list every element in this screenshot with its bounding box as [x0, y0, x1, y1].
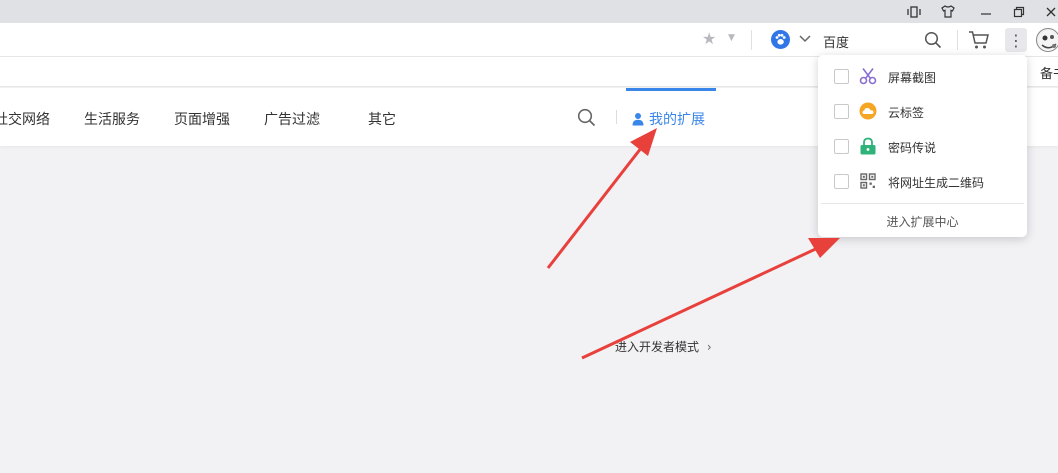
dropdown-item-label: 将网址生成二维码: [888, 176, 985, 190]
star-icon[interactable]: ★: [702, 31, 716, 47]
checkbox[interactable]: [834, 139, 849, 154]
search-icon[interactable]: [924, 31, 942, 49]
tab-life-services[interactable]: 生活服务: [84, 109, 140, 129]
checkbox[interactable]: [834, 174, 849, 189]
divider: [957, 30, 958, 50]
minimize-icon[interactable]: [971, 0, 1001, 23]
cloud-icon: [859, 102, 877, 120]
tab-ad-filter[interactable]: 广告过滤: [264, 109, 320, 129]
tab-other[interactable]: 其它: [368, 109, 396, 129]
user-icon: [632, 113, 644, 126]
chevron-right-icon: ›: [706, 340, 712, 354]
mini-mode-icon[interactable]: [899, 0, 929, 23]
bookmark-item[interactable]: 备书签: [1040, 63, 1058, 82]
search-icon[interactable]: [577, 108, 596, 127]
tab-my-extensions-label: 我的扩展: [649, 112, 705, 128]
tab-my-extensions[interactable]: 我的扩展: [631, 109, 705, 129]
qrcode-icon: [859, 172, 877, 190]
extensions-dropdown: 屏幕截图 云标签 密码传说 将网址生成二维码 进入扩展中心: [818, 55, 1027, 237]
close-icon[interactable]: [1036, 0, 1058, 23]
arrow-to-my-extensions: [546, 128, 657, 269]
active-tab-indicator: [626, 88, 716, 91]
dropdown-item[interactable]: 将网址生成二维码: [818, 162, 1027, 197]
checkbox[interactable]: [834, 69, 849, 84]
dropdown-item[interactable]: 屏幕截图: [818, 57, 1027, 92]
divider: [616, 110, 617, 124]
star-dropdown-icon[interactable]: ▼: [728, 33, 735, 43]
dropdown-item[interactable]: 密码传说: [818, 127, 1027, 162]
dropdown-item[interactable]: 云标签: [818, 92, 1027, 127]
window-titlebar: [0, 0, 1058, 23]
search-engine-label[interactable]: 百度: [823, 32, 849, 51]
skin-icon[interactable]: [933, 0, 963, 23]
dev-mode-label: 进入开发者模式: [615, 340, 700, 354]
dropdown-item-label: 密码传说: [888, 141, 937, 155]
checkbox[interactable]: [834, 104, 849, 119]
tab-social[interactable]: 社交网络: [0, 109, 50, 129]
lock-icon: [859, 137, 877, 155]
avatar-icon[interactable]: [1036, 28, 1058, 52]
dropdown-item-label: 云标签: [888, 106, 925, 120]
tab-page-enhance[interactable]: 页面增强: [174, 109, 230, 129]
menu-dots-icon[interactable]: ⋮: [1005, 28, 1027, 52]
dev-mode-link[interactable]: 进入开发者模式 ›: [615, 338, 712, 355]
cart-icon[interactable]: [968, 30, 990, 50]
dropdown-item-label: 屏幕截图: [888, 71, 937, 85]
restore-icon[interactable]: [1004, 0, 1034, 23]
chevron-down-icon[interactable]: [799, 33, 811, 45]
divider: [821, 203, 1024, 204]
baidu-paw-icon[interactable]: [771, 30, 790, 49]
scissors-icon: [859, 67, 877, 85]
address-bar: ★ ▼ 百度 ⋮: [0, 23, 1058, 57]
divider: [751, 30, 752, 50]
extension-center-link[interactable]: 进入扩展中心: [818, 213, 1027, 230]
